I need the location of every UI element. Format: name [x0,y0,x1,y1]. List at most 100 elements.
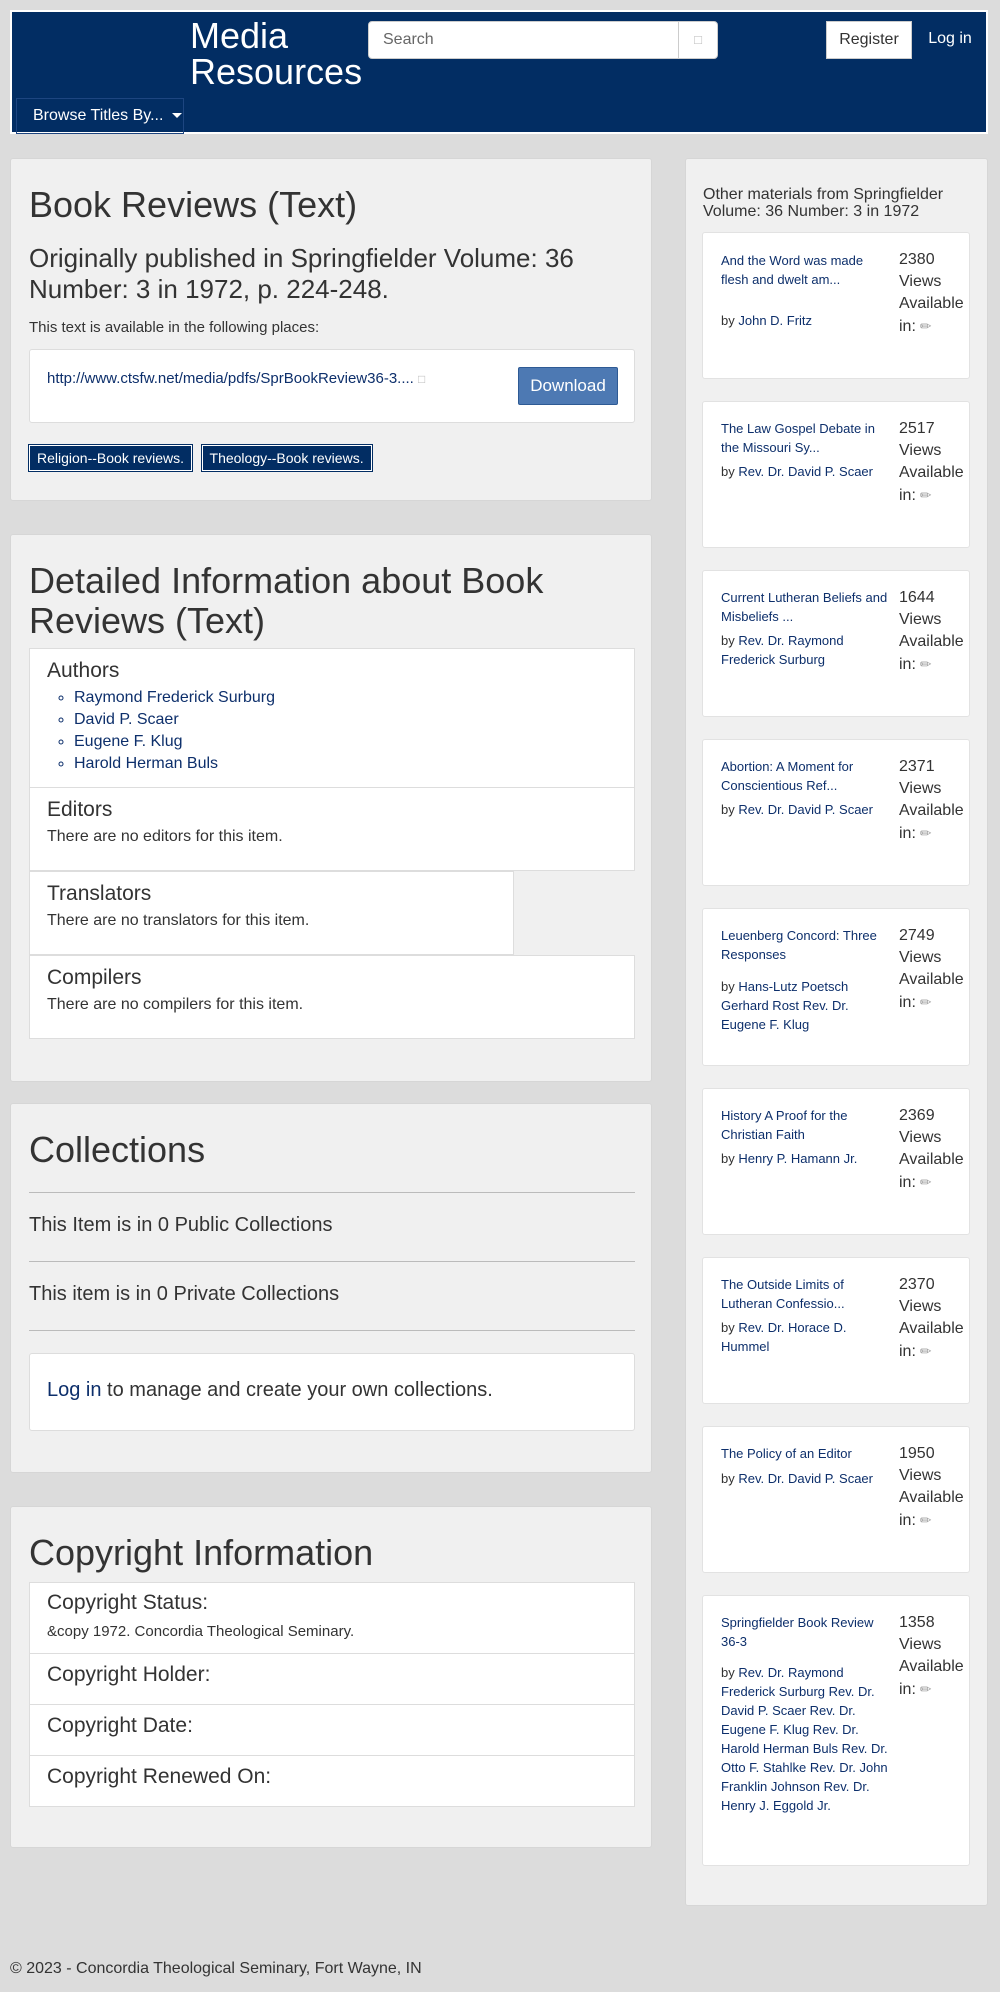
sidebar-item-author-link[interactable]: Rev. Dr. David P. Scaer [738,464,873,479]
sidebar-item-title-link[interactable]: And the Word was made flesh and dwelt am… [721,251,893,289]
sidebar-item-author-link[interactable]: Henry P. Hamann Jr. [738,1151,857,1166]
sidebar-item-title-link[interactable]: Abortion: A Moment for Conscientious Ref… [721,757,893,795]
in-label: in: ✏ [899,822,969,845]
collections-login-link[interactable]: Log in [47,1379,102,1401]
collections-login-suffix: to manage and create your own collection… [101,1379,493,1401]
views-label: Views [899,440,969,462]
copyright-panel: Copyright Information Copyright Status: … [10,1506,652,1848]
copyright-date-label: Copyright Date: [47,1714,193,1737]
view-count: 2371 [899,756,969,778]
sidebar-item-title-link[interactable]: The Policy of an Editor [721,1444,893,1463]
divider [29,1192,635,1193]
by-label: by [721,313,735,328]
views-label-text: Views [899,1467,942,1484]
sidebar-item-title-link[interactable]: Leuenberg Concord: Three Responses [721,926,893,964]
pencil-icon[interactable]: ✏ [916,1512,932,1528]
public-collections-text: This Item is in 0 Public Collections [29,1214,333,1236]
pencil-icon[interactable]: ✏ [916,1343,932,1359]
by-label: by [721,1151,735,1166]
in-label-text: in: [899,1174,916,1191]
pencil-icon[interactable]: ✏ [916,487,932,503]
by-label: by [721,1665,735,1680]
translators-heading: Translators [47,882,152,905]
sidebar-item-title-link[interactable]: Current Lutheran Beliefs and Misbeliefs … [721,588,893,626]
sidebar-item-author-link[interactable]: Rev. Dr. David P. Scaer [738,1471,873,1486]
in-label-text: in: [899,1681,916,1698]
tag-theology[interactable]: Theology--Book reviews. [200,444,373,472]
available-label: Available [899,1149,969,1171]
sidebar-item-author-link[interactable]: John D. Fritz [738,313,812,328]
by-label: by [721,1471,735,1486]
tag-religion[interactable]: Religion--Book reviews. [27,444,194,472]
translators-group: Translators There are no translators for… [29,871,514,955]
copyright-title: Copyright Information [29,1532,374,1573]
by-label: by [721,979,735,994]
authors-heading: Authors [47,659,120,682]
compilers-heading: Compilers [47,966,142,989]
copyright-renewed-label: Copyright Renewed On: [47,1765,272,1788]
available-label-text: Available [899,295,964,312]
available-label-text: Available [899,464,964,481]
sidebar-item-title-link[interactable]: The Law Gospel Debate in the Missouri Sy… [721,419,893,457]
pencil-icon[interactable]: ✏ [916,825,932,841]
translators-text: There are no translators for this item. [47,912,310,929]
sidebar-item: The Policy of an Editor by Rev. Dr. David… [702,1426,970,1573]
private-collections-text: This item is in 0 Private Collections [29,1283,340,1305]
sidebar-item-author-link[interactable]: Rev. Dr. Horace D. Hummel [721,1320,846,1354]
sidebar-item-views: 2370 Views Available in: ✏ [899,1274,969,1363]
sidebar-item-byline: by John D. Fritz [721,311,893,330]
views-label-text: Views [899,1129,942,1146]
author-link[interactable]: Harold Herman Buls [74,753,275,775]
in-label-text: in: [899,656,916,673]
pencil-icon[interactable]: ✏ [916,1174,932,1190]
available-label: Available [899,293,969,315]
sidebar-item-author-link[interactable]: Rev. Dr. David P. Scaer [738,802,873,817]
search-button[interactable]: □ [678,21,718,59]
pencil-icon[interactable]: ✏ [916,1681,932,1697]
editors-group: Editors There are no editors for this it… [29,787,635,871]
site-brand[interactable]: Media Resources [190,18,362,90]
sidebar-item-byline: by Rev. Dr. David P. Scaer [721,1469,893,1488]
sidebar-item-author-link[interactable]: Rev. Dr. Raymond Frederick Surburg [721,633,844,667]
in-label-text: in: [899,1343,916,1360]
view-count: 2370 [899,1274,969,1296]
available-label-text: Available [899,1151,964,1168]
in-label: in: ✏ [899,315,969,338]
in-label: in: ✏ [899,1171,969,1194]
author-link[interactable]: Eugene F. Klug [74,731,275,753]
register-button[interactable]: Register [826,21,912,59]
views-label: Views [899,1296,969,1318]
view-count: 1950 [899,1443,969,1465]
sidebar-item-title-link[interactable]: The Outside Limits of Lutheran Confessio… [721,1275,893,1313]
author-list: Raymond Frederick Surburg David P. Scaer… [74,687,275,775]
views-label: Views [899,778,969,800]
compilers-group: Compilers There are no compilers for thi… [29,955,635,1039]
search-input[interactable] [368,21,680,59]
available-label: Available [899,969,969,991]
view-count-text: 2370 [899,1276,935,1293]
view-count-text: 1644 [899,589,935,606]
sidebar-item-author-link[interactable]: Hans-Lutz Poetsch Gerhard Rost Rev. Dr. … [721,979,849,1032]
sidebar-item-author-link[interactable]: Rev. Dr. Raymond Frederick Surburg Rev. … [721,1665,888,1813]
views-label: Views [899,947,969,969]
tag-list: Religion--Book reviews. Theology--Book r… [27,444,377,472]
available-label-text: Available [899,633,964,650]
browse-titles-dropdown[interactable]: Browse Titles By... [16,98,184,134]
author-link[interactable]: Raymond Frederick Surburg [74,687,275,709]
resource-link[interactable]: http://www.ctsfw.net/media/pdfs/SprBookR… [47,370,425,387]
pencil-icon[interactable]: ✏ [916,656,932,672]
available-text: This text is available in the following … [29,319,320,336]
login-button[interactable]: Log in [912,21,988,59]
view-count-text: 1950 [899,1445,935,1462]
author-link[interactable]: David P. Scaer [74,709,275,731]
sidebar-item-title-link[interactable]: Springfielder Book Review 36-3 [721,1613,893,1651]
pencil-icon[interactable]: ✏ [916,994,932,1010]
pencil-icon[interactable]: ✏ [916,318,932,334]
download-button[interactable]: Download [518,367,618,405]
in-label: in: ✏ [899,484,969,507]
sidebar-item-byline: by Rev. Dr. David P. Scaer [721,462,893,481]
sidebar-item-title-link[interactable]: History A Proof for the Christian Faith [721,1106,893,1144]
sidebar-item: The Outside Limits of Lutheran Confessio… [702,1257,970,1404]
divider [29,1261,635,1262]
view-count: 1358 [899,1612,969,1634]
